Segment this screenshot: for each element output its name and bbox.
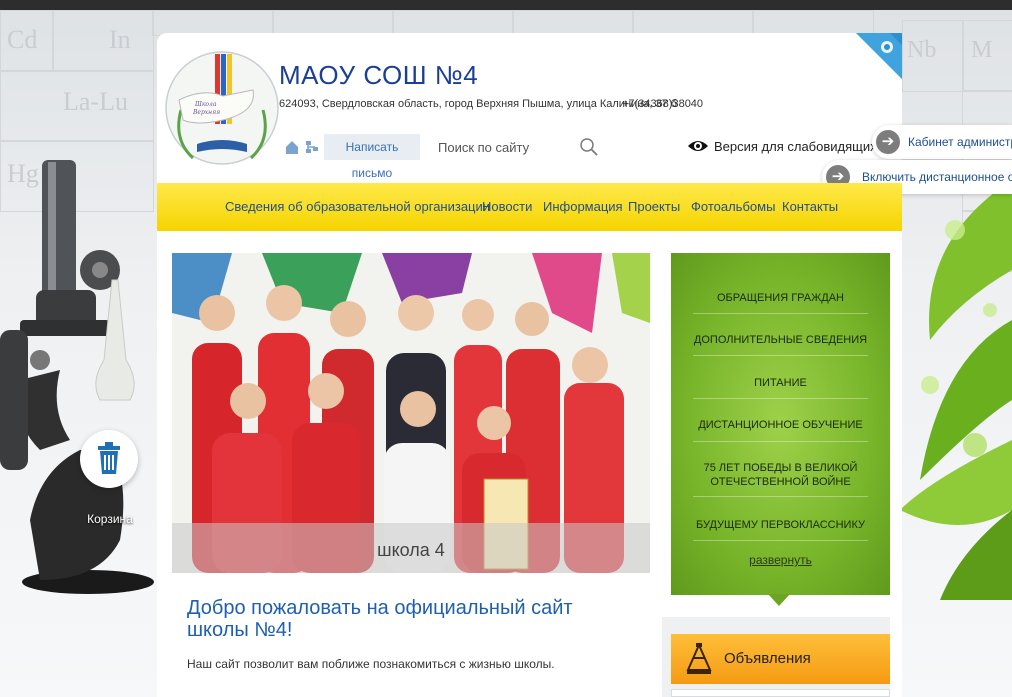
school-title[interactable]: МАОУ СОШ №4 <box>279 60 478 91</box>
low-vision-link[interactable]: Версия для слабовидящих <box>714 139 877 154</box>
side-menu-item-victory-75[interactable]: 75 ЛЕТ ПОБЕДЫ В ВЕЛИКОЙ ОТЕЧЕСТВЕННОЙ ВО… <box>681 461 880 489</box>
side-menu-divider <box>693 540 868 541</box>
side-menu-divider <box>693 313 868 314</box>
school-address: 624093, Свердловская область, город Верх… <box>279 98 678 110</box>
side-menu-item-additional-info[interactable]: ДОПОЛНИТЕЛЬНЫЕ СВЕДЕНИЯ <box>681 333 880 347</box>
side-menu-divider <box>693 355 868 356</box>
side-menu-divider <box>693 496 868 497</box>
slider-caption: школа 4 <box>377 540 445 560</box>
welcome-text: Наш сайт позволит вам поближе познакомит… <box>187 657 555 671</box>
eye-icon[interactable] <box>687 138 709 154</box>
browser-top-bar <box>0 0 1012 10</box>
trash-icon <box>98 442 120 474</box>
leaves-illustration <box>900 180 1012 600</box>
expand-menu-link[interactable]: развернуть <box>671 553 890 567</box>
search-icon[interactable] <box>578 136 600 158</box>
corner-globe-icon[interactable] <box>856 33 902 79</box>
svg-text:Верхняя: Верхняя <box>192 109 220 116</box>
side-menu-item-remote-learning[interactable]: ДИСТАНЦИОННОЕ ОБУЧЕНИЕ <box>681 418 880 432</box>
side-menu-item-food[interactable]: ПИТАНИЕ <box>681 376 880 390</box>
cart-button[interactable] <box>80 430 138 488</box>
announcements-content <box>671 689 890 697</box>
atom-icon <box>686 642 712 674</box>
nav-item-news[interactable]: Новости <box>482 199 532 214</box>
sitemap-icon[interactable] <box>303 138 321 156</box>
side-menu-item-first-graders[interactable]: БУДУЩЕМУ ПЕРВОКЛАССНИКУ <box>681 518 880 532</box>
side-menu-divider <box>693 441 868 442</box>
nav-item-contacts[interactable]: Контакты <box>782 199 838 214</box>
side-menu-item-appeals[interactable]: ОБРАЩЕНИЯ ГРАЖДАН <box>681 291 880 305</box>
school-logo: Школа Верхняя <box>165 51 279 165</box>
write-letter-button[interactable]: Написать письмо <box>324 134 420 180</box>
school-phone: +7(34368)38040 <box>622 98 704 110</box>
remote-learning-label: Включить дистанционное обучение <box>862 170 1012 184</box>
home-icon[interactable] <box>283 138 301 156</box>
nav-item-photo-albums[interactable]: Фотоальбомы <box>691 199 775 214</box>
cart-label: Корзина <box>87 512 133 526</box>
welcome-title: Добро пожаловать на официальный сайт шко… <box>187 597 573 641</box>
nav-item-information[interactable]: Информация <box>543 199 623 214</box>
svg-text:Школа: Школа <box>194 101 217 108</box>
admin-cabinet-label: Кабинет администратора <box>908 135 1012 149</box>
admin-cabinet-tab[interactable]: ➔ Кабинет администратора <box>872 125 1012 159</box>
nav-item-projects[interactable]: Проекты <box>628 199 680 214</box>
announcements-title: Объявления <box>724 650 811 667</box>
nav-item-organization-info[interactable]: Сведения об образовательной организации <box>225 199 490 214</box>
microscope-illustration <box>0 160 154 594</box>
side-menu-divider <box>693 398 868 399</box>
side-menu-pointer <box>768 594 790 606</box>
arrow-right-icon: ➔ <box>876 130 900 154</box>
